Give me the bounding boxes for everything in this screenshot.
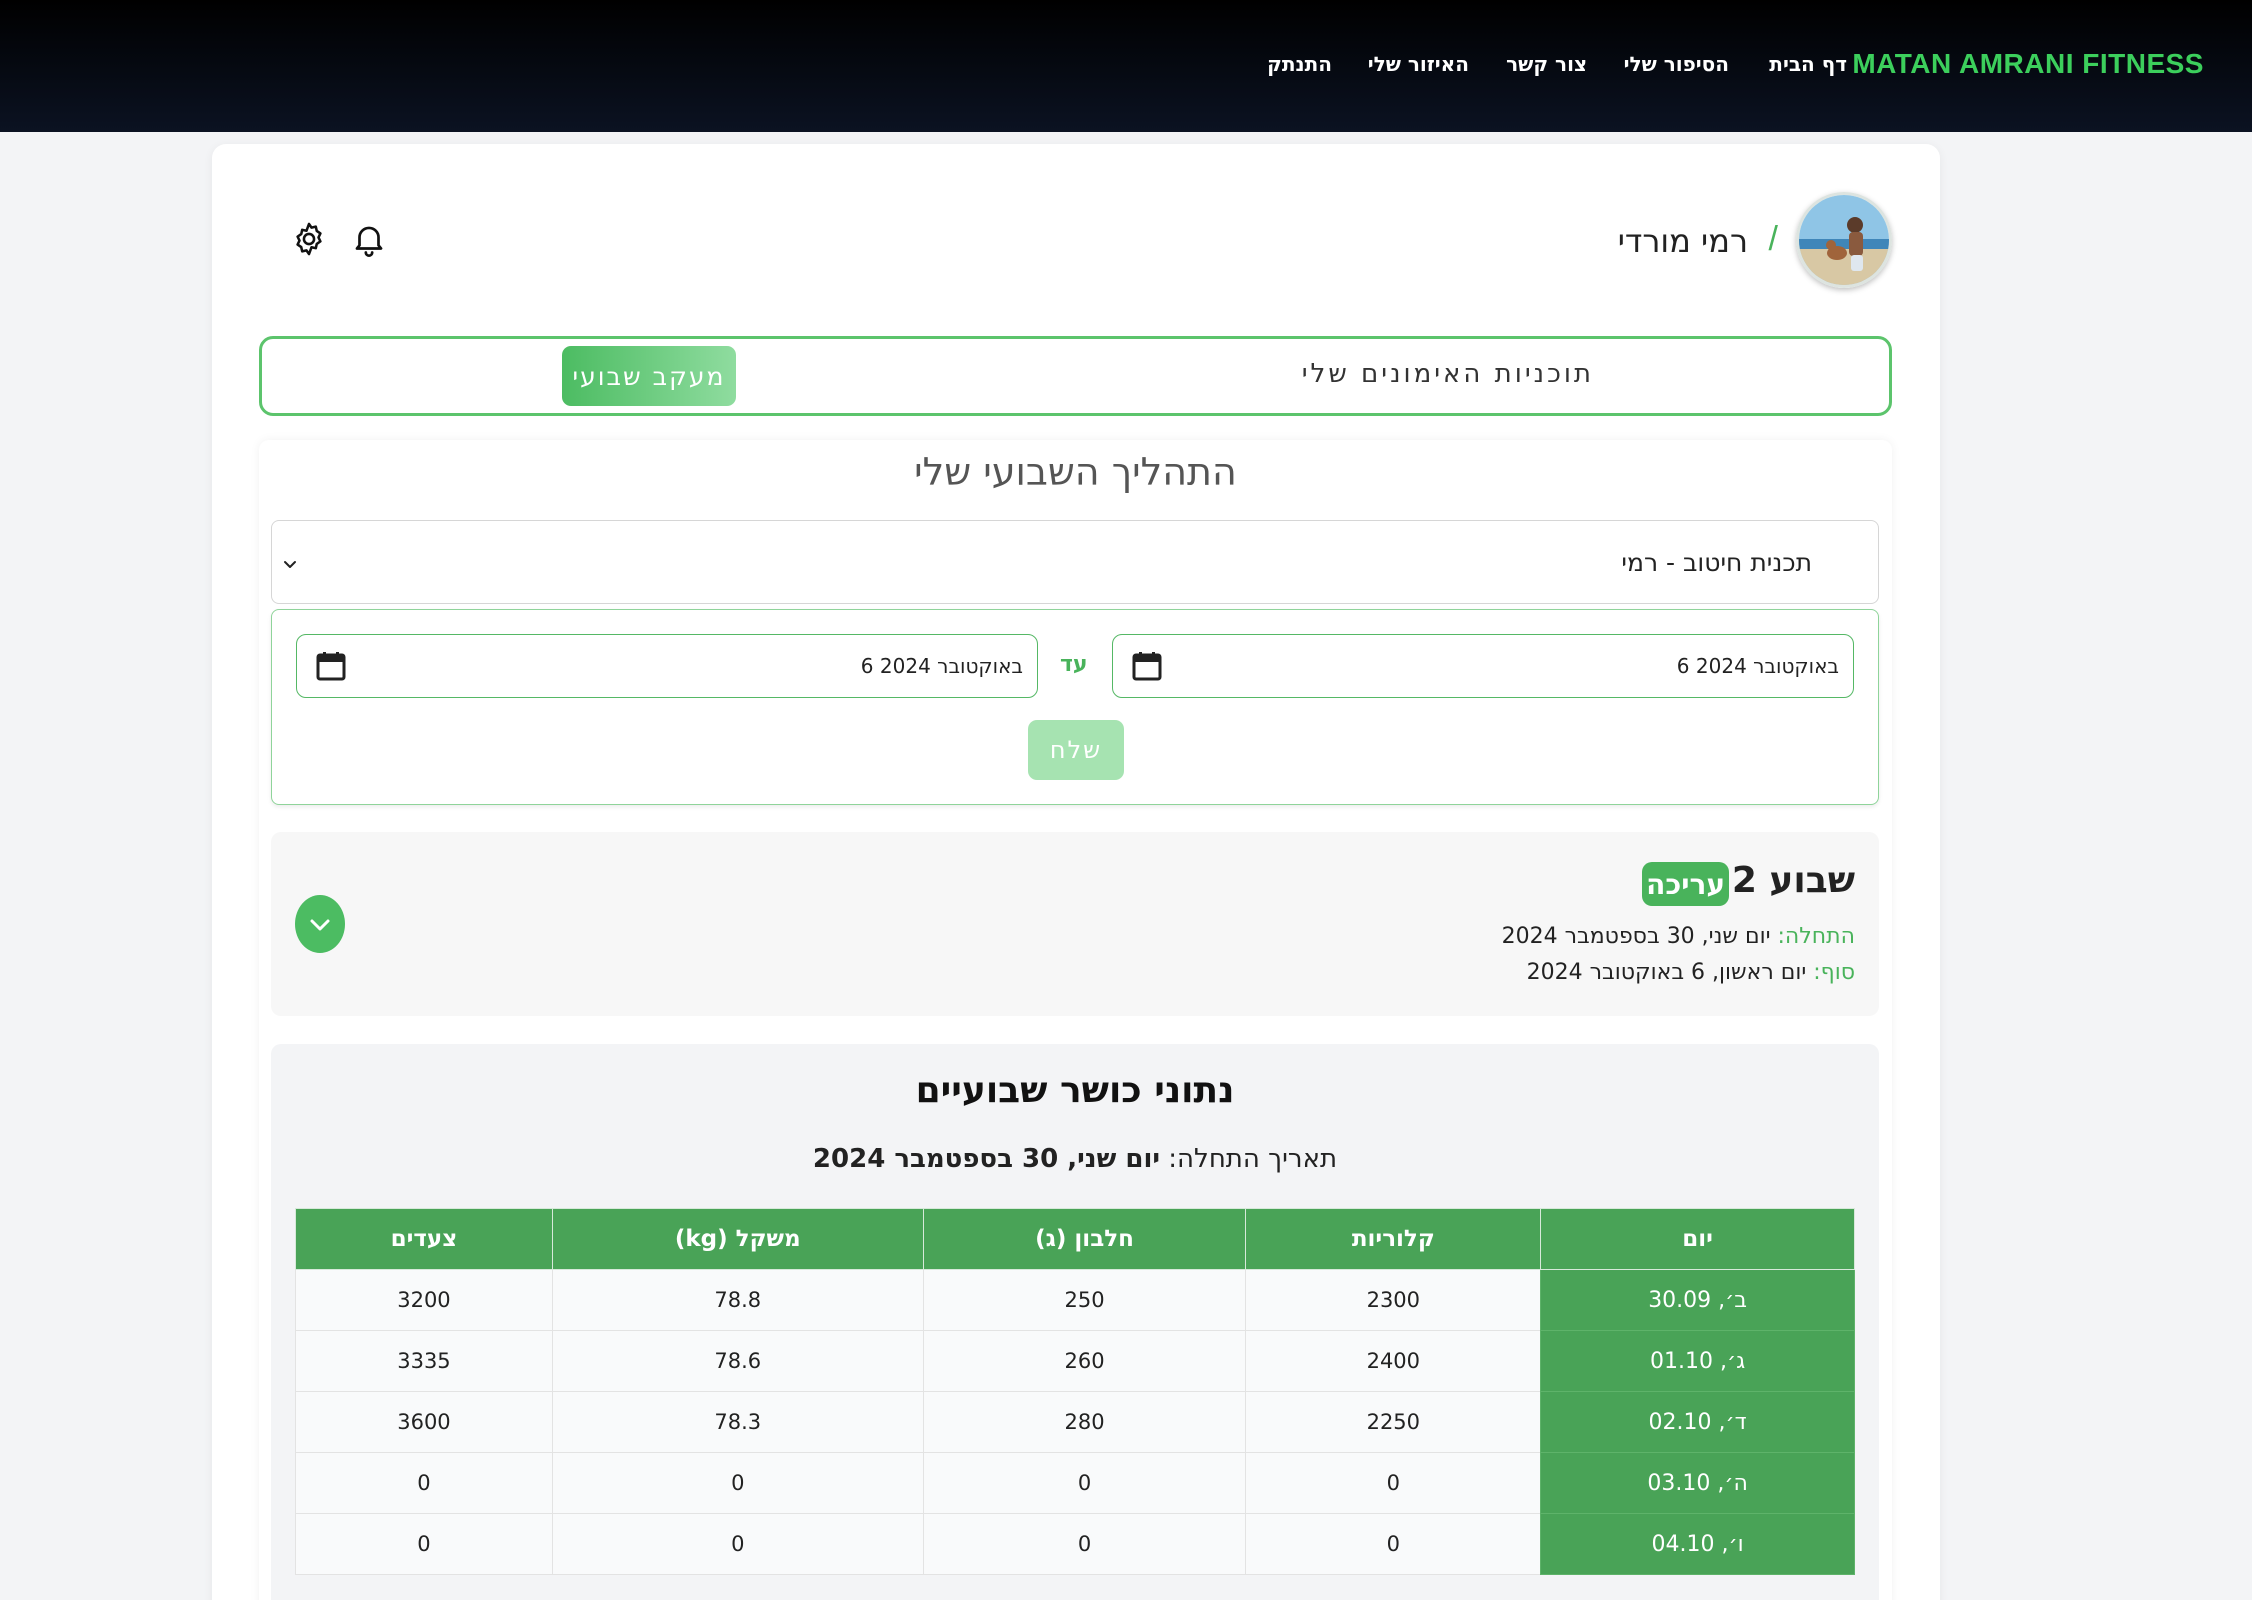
from-date-input[interactable]: 6 באוקטובר 2024 xyxy=(1112,634,1854,698)
calendar-icon[interactable] xyxy=(1131,650,1163,682)
week-end-value: יום ראשון, 6 באוקטובר 2024 xyxy=(1526,960,1814,985)
week-start-label: התחלה: xyxy=(1777,924,1856,949)
column-header-day: יום xyxy=(1540,1208,1855,1270)
tab-bar: מעקב שבועי תוכניות האימונים שלי xyxy=(259,336,1892,416)
protein-cell[interactable]: 250 xyxy=(922,1269,1247,1331)
bell-icon[interactable] xyxy=(350,220,388,258)
date-range-form: 6 באוקטובר 2024 עד 6 באוקטובר 2024 שלח xyxy=(271,609,1879,805)
plan-select-value: תכנית חיטוב - רמי xyxy=(1621,548,1812,577)
calories-cell[interactable]: 2400 xyxy=(1245,1330,1542,1392)
tab-weekly-tracking[interactable]: מעקב שבועי xyxy=(562,346,736,406)
protein-cell[interactable]: 260 xyxy=(922,1330,1247,1392)
nav-link-logout[interactable]: התנתק xyxy=(1267,52,1332,76)
weight-cell[interactable]: 78.6 xyxy=(551,1330,924,1392)
week-title: שבוע 2 xyxy=(1731,860,1855,901)
to-date-value: 6 באוקטובר 2024 xyxy=(860,654,1023,678)
column-header-calories: קלוריות xyxy=(1245,1208,1542,1270)
weekly-progress-panel: התהליך השבועי שלי תכנית חיטוב - רמי 6 בא… xyxy=(259,440,1892,1600)
calories-cell[interactable]: 0 xyxy=(1245,1452,1542,1514)
steps-cell[interactable]: 3200 xyxy=(295,1269,553,1331)
weight-cell[interactable]: 78.3 xyxy=(551,1391,924,1453)
calories-cell[interactable]: 0 xyxy=(1245,1513,1542,1575)
day-cell: ו׳, 04.10 xyxy=(1540,1513,1855,1575)
top-navbar: MATAN AMRANI FITNESS דף הבית הסיפור שלי … xyxy=(0,0,2252,132)
table-header-row: יום קלוריות חלבון (ג) משקל (kg) צעדים xyxy=(295,1208,1855,1270)
steps-cell[interactable]: 3600 xyxy=(295,1391,553,1453)
column-header-steps: צעדים xyxy=(295,1208,553,1270)
day-cell: ה׳, 03.10 xyxy=(1540,1452,1855,1514)
weight-cell[interactable]: 0 xyxy=(551,1452,924,1514)
calendar-icon[interactable] xyxy=(315,650,347,682)
week-start-value: יום שני, 30 בספטמבר 2024 xyxy=(1501,924,1778,949)
avatar[interactable] xyxy=(1796,192,1892,288)
breadcrumb-separator: / xyxy=(1768,220,1778,258)
protein-cell[interactable]: 280 xyxy=(922,1391,1247,1453)
fitness-start-value: יום שני, 30 בספטמבר 2024 xyxy=(812,1144,1161,1174)
nav-link-my-story[interactable]: הסיפור שלי xyxy=(1624,52,1729,76)
day-cell: ב׳, 30.09 xyxy=(1540,1269,1855,1331)
protein-cell[interactable]: 0 xyxy=(922,1513,1247,1575)
column-header-protein: חלבון (ג) xyxy=(922,1208,1247,1270)
fitness-start-date: תאריך התחלה: יום שני, 30 בספטמבר 2024 xyxy=(271,1144,1879,1174)
table-row: ב׳, 30.09 2300 250 78.8 3200 xyxy=(295,1269,1855,1331)
expand-week-button[interactable] xyxy=(295,895,345,953)
table-row: ה׳, 03.10 0 0 0 0 xyxy=(295,1452,1855,1514)
dashboard-card: / רמי מורדי מעקב שבועי תוכניות האימונים … xyxy=(212,144,1940,1600)
column-header-weight: משקל (kg) xyxy=(551,1208,924,1270)
brand-logo[interactable]: MATAN AMRANI FITNESS xyxy=(1852,48,2204,80)
until-label: עד xyxy=(1060,652,1088,677)
day-cell: ד׳, 02.10 xyxy=(1540,1391,1855,1453)
calories-cell[interactable]: 2300 xyxy=(1245,1269,1542,1331)
table-row: ד׳, 02.10 2250 280 78.3 3600 xyxy=(295,1391,1855,1453)
steps-cell[interactable]: 0 xyxy=(295,1452,553,1514)
fitness-table: יום קלוריות חלבון (ג) משקל (kg) צעדים ב׳… xyxy=(295,1208,1855,1575)
fitness-title: נתוני כושר שבועיים xyxy=(915,1070,1235,1111)
week-end-label: סוף: xyxy=(1813,960,1855,985)
weight-cell[interactable]: 0 xyxy=(551,1513,924,1575)
send-button[interactable]: שלח xyxy=(1028,720,1124,780)
nav-link-home[interactable]: דף הבית xyxy=(1769,52,1847,76)
nav-link-my-area[interactable]: האיזור שלי xyxy=(1368,52,1469,76)
edit-badge[interactable]: עריכה xyxy=(1642,862,1729,906)
day-cell: ג׳, 01.10 xyxy=(1540,1330,1855,1392)
steps-cell[interactable]: 3335 xyxy=(295,1330,553,1392)
week-summary: שבוע 2 עריכה התחלה: יום שני, 30 בספטמבר … xyxy=(271,832,1879,1016)
week-start-line: התחלה: יום שני, 30 בספטמבר 2024 xyxy=(1502,924,1855,949)
chevron-down-icon xyxy=(310,919,330,931)
table-row: ו׳, 04.10 0 0 0 0 xyxy=(295,1513,1855,1575)
protein-cell[interactable]: 0 xyxy=(922,1452,1247,1514)
chevron-down-icon xyxy=(284,561,296,568)
from-date-value: 6 באוקטובר 2024 xyxy=(1676,654,1839,678)
weekly-fitness-data: נתוני כושר שבועיים תאריך התחלה: יום שני,… xyxy=(271,1044,1879,1600)
gear-icon[interactable] xyxy=(290,220,328,258)
to-date-input[interactable]: 6 באוקטובר 2024 xyxy=(296,634,1038,698)
user-name: רמי מורדי xyxy=(1617,222,1748,260)
steps-cell[interactable]: 0 xyxy=(295,1513,553,1575)
weight-cell[interactable]: 78.8 xyxy=(551,1269,924,1331)
tab-training-plans[interactable]: תוכניות האימונים שלי xyxy=(1302,359,1594,389)
week-end-line: סוף: יום ראשון, 6 באוקטובר 2024 xyxy=(1527,960,1855,985)
panel-title: התהליך השבועי שלי xyxy=(914,450,1237,494)
fitness-start-label: תאריך התחלה: xyxy=(1160,1144,1338,1174)
calories-cell[interactable]: 2250 xyxy=(1245,1391,1542,1453)
nav-link-contact[interactable]: צור קשר xyxy=(1506,52,1587,76)
table-row: ג׳, 01.10 2400 260 78.6 3335 xyxy=(295,1330,1855,1392)
plan-select[interactable]: תכנית חיטוב - רמי xyxy=(271,520,1879,604)
